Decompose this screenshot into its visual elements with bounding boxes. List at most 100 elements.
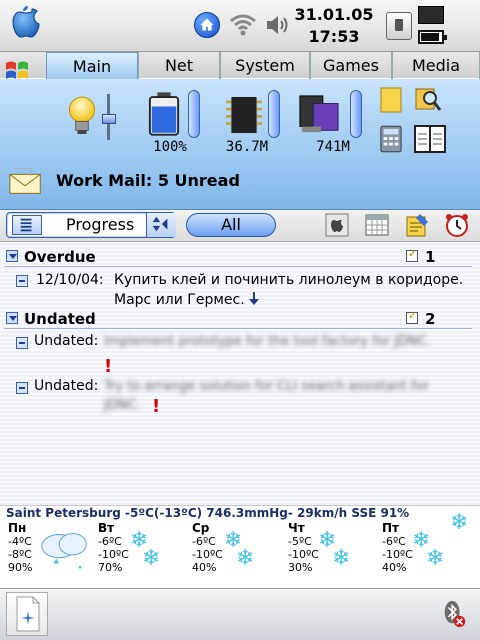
list-icon: [20, 218, 32, 232]
snowflake-icon: ❄: [332, 546, 351, 571]
apple-logo-icon[interactable]: [10, 4, 42, 40]
day-low: -10ºC: [382, 548, 413, 561]
task-checkbox[interactable]: [16, 275, 28, 287]
switch-icon[interactable]: [386, 12, 412, 40]
day-high: -6ºC: [382, 535, 406, 548]
tab-system[interactable]: System: [220, 52, 310, 79]
forecast-day: Пт -6ºC -10ºC 40%: [382, 521, 413, 575]
status-clock[interactable]: 31.01.05 17:53: [292, 4, 376, 48]
notes-icon[interactable]: [378, 86, 404, 114]
section-count: 1: [425, 248, 436, 266]
memory-gauge: [268, 90, 280, 138]
filter-stepper[interactable]: [146, 213, 176, 237]
day-high: -6ºC: [192, 535, 216, 548]
priority-icon: !: [152, 396, 161, 417]
mail-envelope-icon[interactable]: [8, 166, 44, 196]
tab-main[interactable]: Main: [46, 52, 138, 79]
forecast-day: Вт -6ºC -10ºC 70%: [98, 521, 129, 575]
section-title: Overdue: [24, 248, 96, 266]
battery-label: 100%: [153, 139, 187, 155]
day-humidity: 40%: [382, 561, 407, 574]
day-low: -10ºC: [288, 548, 319, 561]
search-icon[interactable]: [414, 86, 442, 114]
checked-icon: [406, 247, 418, 262]
alarm-clock-icon[interactable]: [444, 212, 470, 238]
day-name: Пт: [382, 521, 399, 535]
dictionary-icon[interactable]: [414, 124, 446, 154]
snowflake-icon: ❄: [142, 546, 161, 571]
day-name: Чт: [288, 521, 305, 535]
down-arrow-icon: [249, 292, 259, 305]
task-date: Undated:: [34, 333, 99, 349]
document-icon: [16, 596, 40, 632]
day-high: -4ºC: [8, 535, 32, 548]
tab-media[interactable]: Media: [392, 52, 480, 79]
collapse-icon[interactable]: [6, 250, 18, 262]
notes-edit-icon[interactable]: [404, 212, 430, 238]
document-button[interactable]: [6, 592, 48, 636]
mail-title: Work Mail: 5 Unread: [56, 171, 240, 190]
task-date: 12/10/04:: [36, 272, 104, 288]
battery-icon[interactable]: [418, 30, 447, 44]
cloud-rain-icon: [41, 533, 87, 569]
calculator-icon[interactable]: [380, 124, 402, 154]
day-humidity: 30%: [288, 561, 313, 574]
task-text[interactable]: Implement prototype for the tool factory…: [104, 334, 431, 349]
day-low: -10ºC: [98, 548, 129, 561]
status-time: 17:53: [308, 27, 360, 46]
checked-icon: [406, 309, 418, 324]
chip-icon[interactable]: [418, 6, 444, 24]
task-text-continued[interactable]: Марс или Гермес.: [114, 292, 245, 308]
day-low: -8ºC: [8, 548, 32, 561]
memory-chip-icon[interactable]: [226, 92, 262, 138]
lightbulb-icon[interactable]: [64, 92, 100, 140]
day-humidity: 70%: [98, 561, 123, 574]
day-humidity: 90%: [8, 561, 33, 574]
home-button[interactable]: [194, 12, 220, 38]
tab-games[interactable]: Games: [310, 52, 392, 79]
up-down-arrows-icon: [152, 216, 168, 232]
section-count: 2: [425, 310, 436, 328]
snowflake-icon: ❄: [450, 510, 469, 535]
day-name: Ср: [192, 521, 210, 535]
status-date: 31.01.05: [294, 5, 374, 24]
all-button[interactable]: All: [186, 213, 276, 237]
task-text-continued[interactable]: JDNC.: [104, 398, 141, 413]
battery-gauge: [188, 90, 200, 138]
calendar-icon[interactable]: [364, 212, 390, 238]
filter-select-value: Progress: [66, 215, 135, 234]
task-text[interactable]: Try to arrange solution for CLI search a…: [104, 379, 429, 394]
speaker-icon[interactable]: [264, 12, 290, 38]
battery-level-icon[interactable]: [148, 90, 180, 138]
storage-card-icon[interactable]: [296, 94, 342, 136]
section-title: Undated: [24, 310, 96, 328]
list-view-button[interactable]: [12, 215, 42, 235]
day-low: -10ºC: [192, 548, 223, 561]
section-divider: [4, 328, 472, 329]
forecast-day: Чт -5ºC -10ºC 30%: [288, 521, 319, 575]
forecast-day: Ср -6ºC -10ºC 40%: [192, 521, 223, 575]
day-name: Пн: [8, 521, 27, 535]
weather-header: Saint Petersburg -5ºC(-13ºC) 746.3mmHg- …: [6, 506, 410, 520]
tab-net[interactable]: Net: [138, 52, 220, 79]
day-humidity: 40%: [192, 561, 217, 574]
snowflake-icon: ❄: [426, 546, 445, 571]
brightness-slider[interactable]: [102, 94, 116, 140]
task-checkbox[interactable]: [16, 337, 28, 349]
task-checkbox[interactable]: [16, 382, 28, 394]
bluetooth-icon[interactable]: [442, 600, 466, 628]
home-icon: [200, 18, 214, 31]
collapse-icon[interactable]: [6, 312, 18, 324]
storage-gauge: [350, 90, 362, 138]
storage-label: 741M: [316, 139, 350, 155]
finder-icon[interactable]: [324, 212, 350, 238]
day-name: Вт: [98, 521, 115, 535]
day-high: -6ºC: [98, 535, 122, 548]
task-date: Undated:: [34, 378, 99, 394]
section-divider: [4, 266, 472, 267]
day-high: -5ºC: [288, 535, 312, 548]
task-text[interactable]: Купить клей и починить линолеум в коридо…: [114, 272, 463, 288]
wifi-icon[interactable]: [228, 12, 258, 38]
memory-label: 36.7M: [225, 139, 269, 155]
priority-icon: !: [104, 356, 113, 377]
